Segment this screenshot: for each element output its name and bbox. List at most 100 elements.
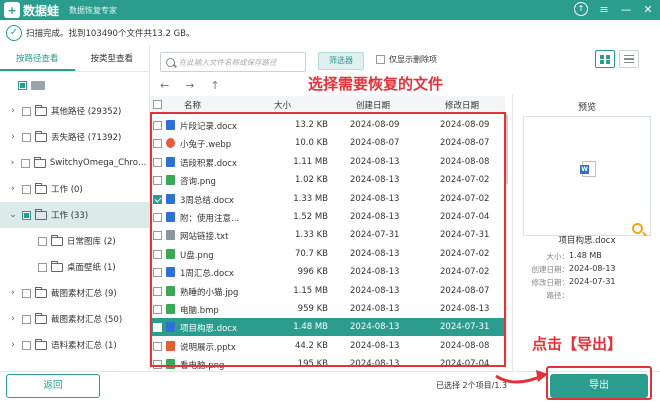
tree-checkbox[interactable] xyxy=(22,288,31,298)
up-arrow-icon[interactable]: ↑ xyxy=(210,79,219,92)
row-checkbox[interactable] xyxy=(153,360,162,370)
chevron-right-icon[interactable]: › xyxy=(8,314,18,324)
chevron-right-icon[interactable]: › xyxy=(8,106,18,116)
folder-tree: › 其他路径 (29352) › 丢失路径 (71392) › SwitchyOmega_… xyxy=(0,72,150,372)
tree-checkbox[interactable] xyxy=(22,210,31,220)
tab-by-path[interactable]: 按路径查看 xyxy=(0,46,75,71)
table-row[interactable]: 小兔子.webp 10.0 KB 2024-08-07 2024-08-07 xyxy=(150,134,505,152)
row-checkbox[interactable] xyxy=(153,268,162,278)
update-icon[interactable]: ↑ xyxy=(574,2,588,16)
zoom-icon[interactable] xyxy=(632,223,643,234)
row-checkbox[interactable] xyxy=(153,341,162,351)
row-checkbox[interactable] xyxy=(153,305,162,314)
table-row[interactable]: 3周总结.docx 1.33 MB 2024-08-13 2024-07-02 xyxy=(150,190,505,208)
tab-by-type[interactable]: 按类型查看 xyxy=(75,46,150,71)
list-view-button[interactable] xyxy=(619,50,639,68)
tree-checkbox[interactable] xyxy=(22,106,31,116)
tree-item[interactable]: › 丢失路径 (71392) xyxy=(0,124,150,150)
table-row[interactable]: 1周汇总.docx 996 KB 2024-08-13 2024-07-02 xyxy=(150,263,505,281)
chevron-right-icon[interactable]: › xyxy=(8,132,18,142)
tree-item[interactable]: 日常图库 (2) xyxy=(0,228,150,254)
tree-checkbox[interactable] xyxy=(18,80,27,90)
show-deleted-option[interactable]: 仅显示删除项 xyxy=(376,54,437,65)
table-row[interactable]: 电脑.bmp 959 KB 2024-08-13 2024-08-13 xyxy=(150,300,505,318)
tree-item[interactable]: 桌面壁纸 (1) xyxy=(0,254,150,280)
table-row[interactable]: 片段记录.docx 13.2 KB 2024-08-09 2024-08-09 xyxy=(150,116,505,134)
row-checkbox[interactable] xyxy=(153,194,162,204)
table-row[interactable]: U盘.png 70.7 KB 2024-08-13 2024-07-02 xyxy=(150,245,505,263)
tree-item[interactable]: › 其他路径 (29352) xyxy=(0,98,150,124)
tree-item[interactable]: › 语料素材汇总 (1) xyxy=(0,332,150,358)
column-size[interactable]: 大小 xyxy=(274,99,291,111)
cell-created: 2024-08-13 xyxy=(350,212,400,222)
row-checkbox[interactable] xyxy=(153,231,162,241)
grid-view-button[interactable] xyxy=(595,50,615,68)
back-arrow-icon[interactable]: ← xyxy=(160,79,169,92)
tree-item-label: 日常图库 (2) xyxy=(67,237,116,247)
cell-name: 说明展示.pptx xyxy=(180,342,236,353)
tree-checkbox[interactable] xyxy=(22,314,31,324)
folder-icon xyxy=(33,156,46,168)
table-row[interactable]: 附：使用注意... 1.52 MB 2024-08-13 2024-07-04 xyxy=(150,208,505,226)
row-checkbox[interactable] xyxy=(153,213,162,222)
close-button[interactable]: ✕ xyxy=(642,3,654,16)
column-modified[interactable]: 修改日期 xyxy=(445,99,479,111)
search-input[interactable]: 在此输入文件名称或保存路径 xyxy=(179,57,277,68)
table-header: 名称 大小 创建日期 修改日期 xyxy=(150,96,505,114)
column-name[interactable]: 名称 xyxy=(184,99,201,111)
chevron-right-icon[interactable]: › xyxy=(8,288,18,298)
tree-item[interactable]: › SwitchyOmega_Chromium xyxy=(0,150,150,176)
tree-checkbox[interactable] xyxy=(20,158,30,168)
tree-item[interactable]: › 截图素材汇总 (9) xyxy=(0,280,150,306)
export-button[interactable]: 导出 xyxy=(550,374,648,398)
row-checkbox[interactable] xyxy=(153,121,162,130)
chevron-down-icon[interactable]: ⌄ xyxy=(8,210,18,220)
check-circle-icon: ✓ xyxy=(6,25,22,41)
cell-name: 电脑.bmp xyxy=(180,306,219,316)
row-checkbox[interactable] xyxy=(153,176,162,186)
table-row[interactable]: 项目构思.docx 1.48 MB 2024-08-13 2024-07-31 xyxy=(150,318,505,337)
table-scrollbar[interactable] xyxy=(504,114,508,364)
chevron-right-icon[interactable]: › xyxy=(8,340,18,350)
row-checkbox[interactable] xyxy=(153,157,162,167)
column-created[interactable]: 创建日期 xyxy=(356,99,390,111)
forward-arrow-icon[interactable]: → xyxy=(185,79,194,92)
tree-item[interactable]: ⌄ 工作 (33) xyxy=(0,202,150,228)
tree-item[interactable]: › 工作 (0) xyxy=(0,176,150,202)
img-file-icon xyxy=(166,304,175,314)
tree-item[interactable]: › 截图素材汇总 (50) xyxy=(0,306,150,332)
tree-item[interactable] xyxy=(0,72,150,98)
tree-checkbox[interactable] xyxy=(22,184,31,194)
back-button[interactable]: 返回 xyxy=(6,374,100,398)
table-row[interactable]: 语段积累.docx 1.11 MB 2024-08-13 2024-08-08 xyxy=(150,153,505,171)
search-box[interactable]: 在此输入文件名称或保存路径 xyxy=(160,52,306,72)
webp-file-icon xyxy=(166,138,175,149)
table-row[interactable]: 网站链接.txt 1.33 KB 2024-07-31 2024-07-31 xyxy=(150,226,505,244)
menu-icon[interactable]: ≡ xyxy=(598,3,610,16)
table-row[interactable]: 熟睡的小猫.jpg 1.15 MB 2024-08-13 2024-08-07 xyxy=(150,282,505,300)
tree-checkbox[interactable] xyxy=(38,262,47,272)
meta-size-value: 1.48 MB xyxy=(569,251,602,260)
table-row[interactable]: 咨询.png 1.02 KB 2024-08-13 2024-07-02 xyxy=(150,171,505,189)
scrollbar-thumb[interactable] xyxy=(504,114,508,184)
minimize-button[interactable]: — xyxy=(620,3,632,16)
cell-size: 1.48 MB xyxy=(293,322,328,333)
table-row[interactable]: 说明展示.pptx 44.2 KB 2024-08-13 2024-08-08 xyxy=(150,337,505,355)
doc-file-icon xyxy=(166,267,175,278)
drive-icon xyxy=(31,80,45,90)
row-checkbox[interactable] xyxy=(153,286,162,296)
show-deleted-checkbox[interactable] xyxy=(376,55,385,64)
tree-checkbox[interactable] xyxy=(22,340,31,350)
cell-size: 13.2 KB xyxy=(294,120,328,130)
row-checkbox[interactable] xyxy=(153,323,162,333)
table-row[interactable]: 看电脑.png 195 KB 2024-08-13 2024-07-04 xyxy=(150,355,505,371)
select-all-checkbox[interactable] xyxy=(153,100,162,109)
chevron-right-icon[interactable]: › xyxy=(8,184,18,194)
filter-button[interactable]: 筛选器 xyxy=(318,52,364,70)
row-checkbox[interactable] xyxy=(153,249,162,259)
row-checkbox[interactable] xyxy=(153,139,162,149)
preview-panel: 预览 项目构思.docx 大小： 1.48 MB 创建日期： 2024-08-1… xyxy=(512,94,660,371)
tree-checkbox[interactable] xyxy=(22,132,31,142)
chevron-right-icon[interactable]: › xyxy=(8,158,17,168)
tree-checkbox[interactable] xyxy=(38,236,47,246)
